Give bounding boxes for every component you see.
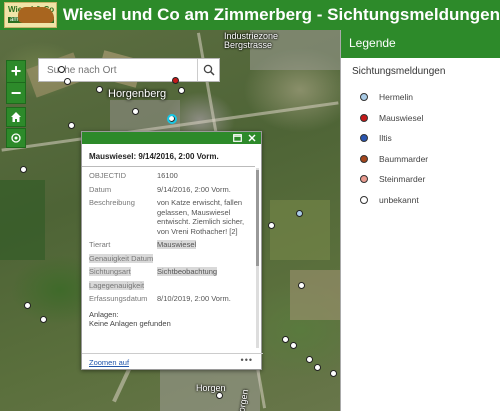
legend-item: Steinmarder (360, 169, 500, 190)
attribute-value (157, 279, 249, 293)
legend-item-label: unbekannt (379, 194, 419, 205)
legend-swatch-icon (360, 154, 368, 163)
zoom-out-button[interactable]: − (7, 82, 25, 103)
popup-footer: Zoomen auf ••• (82, 353, 263, 369)
legend-item-label: Iltis (379, 133, 392, 144)
attribute-table: OBJECTID 16100 Datum 9/14/2016, 2:00 Vor… (89, 169, 249, 306)
locate-icon (11, 133, 21, 143)
maximize-icon[interactable] (233, 134, 242, 142)
legend-swatch-icon (360, 175, 368, 184)
scrollbar-thumb[interactable] (256, 170, 259, 266)
more-actions-button[interactable]: ••• (241, 355, 253, 365)
attribute-row: Lagegenauigkeit (89, 279, 249, 293)
sighting-marker[interactable] (306, 356, 313, 363)
legend-swatch-icon (360, 113, 368, 122)
legend-item: unbekannt (360, 190, 500, 211)
sighting-marker[interactable] (68, 122, 75, 129)
sighting-marker[interactable] (64, 78, 71, 85)
attribute-row: Datum 9/14/2016, 2:00 Vorm. (89, 183, 249, 197)
sighting-marker[interactable] (290, 342, 297, 349)
sighting-marker[interactable] (330, 370, 337, 377)
app-logo: Wiesel & Co am Zimmerberg (4, 2, 57, 28)
sighting-marker[interactable] (58, 66, 65, 73)
popup-scrollbar[interactable] (256, 168, 259, 348)
attribute-value (157, 252, 249, 266)
sighting-marker[interactable] (20, 166, 27, 173)
map-label-horgenberg: Horgenberg (108, 88, 167, 100)
zoom-to-link[interactable]: Zoomen auf (89, 358, 129, 367)
legend-item: Hermelin (360, 87, 500, 108)
attachments-section: Anlagen: Keine Anlagen gefunden (89, 310, 263, 329)
zoom-in-button[interactable]: + (7, 61, 25, 82)
legend-item-label: Hermelin (379, 92, 414, 103)
app-header: Wiesel & Co am Zimmerberg Wiesel und Co … (0, 0, 500, 30)
sighting-marker[interactable] (132, 108, 139, 115)
search-button[interactable] (197, 59, 219, 81)
attribute-row: Erfassungsdatum 8/10/2019, 2:00 Vorm. (89, 292, 249, 306)
sighting-marker[interactable] (40, 316, 47, 323)
sighting-marker[interactable] (282, 336, 289, 343)
app-title: Wiesel und Co am Zimmerberg - Sichtungsm… (62, 5, 500, 24)
legend-swatch-icon (360, 195, 368, 204)
attribute-key: Genauigkeit Datum (89, 253, 154, 263)
attribute-key: Lagegenauigkeit (89, 280, 145, 290)
home-button[interactable] (6, 107, 26, 127)
zoom-control: + − (6, 60, 26, 104)
sighting-marker[interactable] (24, 302, 31, 309)
attachments-label: Anlagen: (89, 309, 119, 319)
legend-item-label: Mauswiesel (379, 112, 424, 123)
attribute-value: 9/14/2016, 2:00 Vorm. (157, 184, 231, 194)
attribute-row: Genauigkeit Datum (89, 252, 249, 266)
map-forest (0, 180, 45, 260)
sighting-marker[interactable] (172, 77, 179, 84)
attribute-key: Sichtungsart (89, 267, 131, 276)
legend-item: Baummarder (360, 149, 500, 170)
attribute-key: Erfassungsdatum (89, 294, 148, 303)
close-icon[interactable] (248, 134, 256, 142)
popup-body[interactable]: OBJECTID 16100 Datum 9/14/2016, 2:00 Vor… (82, 165, 263, 353)
sighting-marker[interactable] (96, 86, 103, 93)
legend-item: Iltis (360, 128, 500, 149)
attribute-key: Tierart (89, 240, 111, 249)
attribute-value: von Katze erwischt, fallen gelassen, Mau… (157, 198, 245, 236)
search-icon (203, 64, 215, 76)
sighting-marker[interactable] (298, 282, 305, 289)
attribute-key: OBJECTID (89, 171, 127, 180)
attribute-value: Sichtbeobachtung (157, 267, 218, 276)
legend-swatch-icon (360, 93, 368, 102)
locate-button[interactable] (6, 128, 26, 148)
attribute-row: Sichtungsart Sichtbeobachtung (89, 265, 249, 279)
legend-item: Mauswiesel (360, 108, 500, 129)
feature-popup: Mauswiesel: 9/14/2016, 2:00 Vorm. OBJECT… (81, 131, 263, 370)
attribute-key: Beschreibung (89, 198, 135, 207)
popup-titlebar (82, 132, 261, 144)
sighting-marker[interactable] (314, 364, 321, 371)
selected-marker-highlight (167, 114, 177, 124)
legend-title: Legende (341, 30, 500, 58)
attribute-key: Datum (89, 184, 112, 194)
attribute-value: 8/10/2019, 2:00 Vorm. (157, 294, 231, 303)
weasel-logo-icon (17, 7, 54, 23)
legend-item-label: Baummarder (379, 153, 429, 164)
attribute-row: OBJECTID 16100 (89, 169, 249, 183)
map-field (290, 270, 340, 320)
legend-swatch-icon (360, 134, 368, 143)
attribute-value: Mauswiesel (157, 240, 197, 249)
legend-layer-name: Sichtungsmeldungen (352, 66, 446, 77)
attachments-value: Keine Anlagen gefunden (89, 319, 171, 328)
legend-item-label: Steinmarder (379, 174, 426, 185)
map-field (270, 200, 330, 260)
popup-heading: Mauswiesel: 9/14/2016, 2:00 Vorm. (82, 144, 255, 167)
sighting-marker[interactable] (268, 222, 275, 229)
legend-items: Hermelin Mauswiesel Iltis Baummarder Ste… (360, 87, 500, 210)
sighting-marker[interactable] (296, 210, 303, 217)
home-icon (11, 112, 21, 122)
attribute-row: Beschreibung von Katze erwischt, fallen … (89, 196, 249, 238)
map-label-industriezone: Industriezone Bergstrasse (224, 31, 279, 50)
sighting-marker[interactable] (216, 392, 223, 399)
sighting-marker[interactable] (178, 87, 185, 94)
attribute-row: Tierart Mauswiesel (89, 238, 249, 252)
attribute-value: 16100 (157, 171, 178, 180)
legend-panel: Legende Sichtungsmeldungen Hermelin Maus… (340, 30, 500, 411)
